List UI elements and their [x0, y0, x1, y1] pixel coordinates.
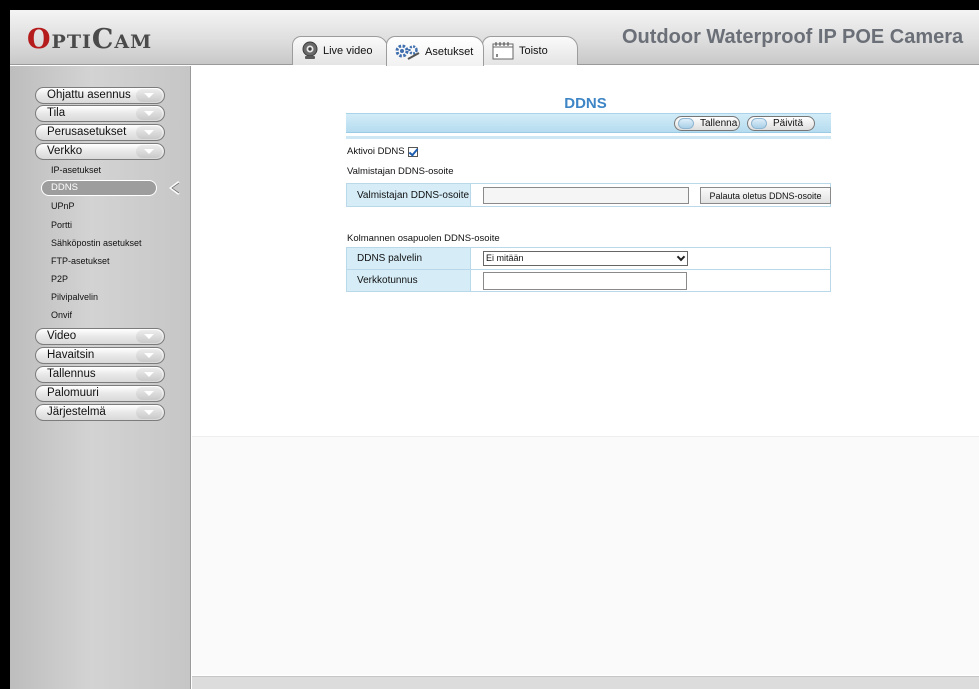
sidebar-item-setup-wizard[interactable]: Ohjattu asennus	[35, 87, 165, 104]
sidebar-subitem-ip-settings[interactable]: IP-asetukset	[51, 165, 101, 175]
table-row: Verkkotunnus	[346, 269, 831, 292]
enable-ddns-checkbox[interactable]	[407, 146, 418, 157]
manufacturer-ddns-input[interactable]	[483, 186, 689, 204]
chevron-down-icon	[136, 126, 162, 139]
chevron-down-icon	[136, 349, 162, 362]
sidebar-subitem-onvif[interactable]: Onvif	[51, 310, 72, 320]
calendar-icon	[492, 42, 514, 60]
sidebar: Ohjattu asennus Tila Perusasetukset Verk…	[10, 66, 191, 689]
sidebar-subitem-cloud-server[interactable]: Pilvipalvelin	[51, 292, 98, 302]
sidebar-item-firewall[interactable]: Palomuuri	[35, 385, 165, 402]
sidebar-item-label: Palomuuri	[47, 387, 99, 399]
sidebar-item-basic-settings[interactable]: Perusasetukset	[35, 124, 165, 141]
sidebar-item-label: Ohjattu asennus	[47, 89, 131, 101]
sidebar-item-recording[interactable]: Tallennus	[35, 366, 165, 383]
chevron-down-icon	[136, 145, 162, 158]
page-title: DDNS	[564, 95, 607, 112]
content-lower-area	[192, 436, 979, 675]
sidebar-item-label: Perusasetukset	[47, 126, 127, 138]
third-party-ddns-section-label: Kolmannen osapuolen DDNS-osoite	[347, 233, 500, 244]
divider	[346, 136, 831, 139]
manufacturer-ddns-value-cell: Palauta oletus DDNS-osoite	[470, 183, 831, 207]
chevron-down-icon	[676, 252, 686, 262]
sidebar-subitem-upnp[interactable]: UPnP	[51, 201, 75, 211]
product-title: Outdoor Waterproof IP POE Camera	[622, 26, 964, 48]
content-panel: DDNS Tallenna Päivitä Aktivoi DDNS Valmi…	[192, 66, 979, 689]
username-label: Verkkotunnus	[346, 269, 471, 292]
table-row: Valmistajan DDNS-osoite Palauta oletus D…	[346, 183, 831, 207]
logo-letter-o: O	[27, 24, 52, 55]
chevron-down-icon	[136, 387, 162, 400]
sidebar-item-network[interactable]: Verkko	[35, 143, 165, 160]
sidebar-item-status[interactable]: Tila	[35, 105, 165, 122]
sidebar-item-label: Järjestelmä	[47, 406, 106, 418]
refresh-icon	[751, 118, 767, 129]
tab-live-video-label: Live video	[323, 45, 373, 57]
ddns-server-select[interactable]: Ei mitään	[483, 251, 688, 266]
username-value-cell	[470, 269, 831, 292]
opticam-logo: O PTI C AM	[27, 24, 153, 55]
tab-settings[interactable]: Asetukset	[386, 36, 484, 66]
tab-playback-label: Toisto	[519, 45, 548, 57]
selection-pointer-icon	[169, 181, 180, 195]
save-icon	[678, 118, 694, 129]
chevron-down-icon	[136, 107, 162, 120]
restore-default-ddns-button[interactable]: Palauta oletus DDNS-osoite	[700, 187, 831, 204]
enable-ddns-row: Aktivoi DDNS	[347, 146, 418, 157]
ddns-server-label: DDNS palvelin	[346, 247, 471, 270]
webcam-icon	[302, 41, 318, 59]
sidebar-item-detector[interactable]: Havaitsin	[35, 347, 165, 364]
sidebar-item-video[interactable]: Video	[35, 328, 165, 345]
chevron-down-icon	[136, 368, 162, 381]
save-button-label: Tallenna	[700, 118, 738, 129]
sidebar-item-label: Video	[47, 330, 77, 342]
content-footer-bar	[192, 676, 979, 689]
tab-settings-label: Asetukset	[425, 45, 474, 58]
chevron-down-icon	[136, 406, 162, 419]
tab-live-video[interactable]: Live video	[292, 36, 388, 65]
sidebar-subitem-port[interactable]: Portti	[51, 220, 72, 230]
tab-playback[interactable]: Toisto	[482, 36, 578, 65]
action-bar: Tallenna Päivitä	[346, 113, 831, 133]
sidebar-subitem-email-settings[interactable]: Sähköpostin asetukset	[51, 238, 142, 248]
sidebar-item-label: Havaitsin	[47, 349, 95, 361]
sidebar-item-label: Verkko	[47, 145, 83, 157]
sidebar-item-system[interactable]: Järjestelmä	[35, 404, 165, 421]
sidebar-item-label: Tila	[47, 107, 66, 119]
logo-letter-c: C	[91, 24, 115, 55]
gears-icon	[395, 44, 420, 60]
enable-ddns-label: Aktivoi DDNS	[347, 146, 405, 157]
manufacturer-ddns-table: Valmistajan DDNS-osoite Palauta oletus D…	[346, 183, 831, 207]
ddns-server-value-cell: Ei mitään	[470, 247, 831, 270]
sidebar-subitem-ftp-settings[interactable]: FTP-asetukset	[51, 256, 110, 266]
logo-text-2: AM	[114, 31, 153, 53]
chevron-down-icon	[136, 330, 162, 343]
third-party-ddns-table: DDNS palvelin Ei mitään Verkkotunnus	[346, 247, 831, 292]
refresh-button-label: Päivitä	[773, 118, 804, 129]
sidebar-subitem-p2p[interactable]: P2P	[51, 274, 68, 284]
manufacturer-ddns-section-label: Valmistajan DDNS-osoite	[347, 166, 454, 177]
manufacturer-ddns-field-label: Valmistajan DDNS-osoite	[346, 183, 471, 207]
username-input[interactable]	[483, 271, 687, 290]
sidebar-item-label: DDNS	[51, 182, 78, 193]
table-row: DDNS palvelin Ei mitään	[346, 247, 831, 270]
logo-text-1: PTI	[51, 31, 92, 53]
app-frame: O PTI C AM Live video Asetukset Toisto O…	[10, 10, 979, 689]
chevron-down-icon	[136, 89, 162, 102]
save-button[interactable]: Tallenna	[674, 116, 740, 131]
ddns-server-selected-value: Ei mitään	[486, 253, 524, 263]
refresh-button[interactable]: Päivitä	[747, 116, 815, 131]
sidebar-subitem-ddns[interactable]: DDNS	[41, 180, 157, 196]
header: O PTI C AM Live video Asetukset Toisto O…	[10, 10, 979, 66]
sidebar-item-label: Tallennus	[47, 368, 96, 380]
